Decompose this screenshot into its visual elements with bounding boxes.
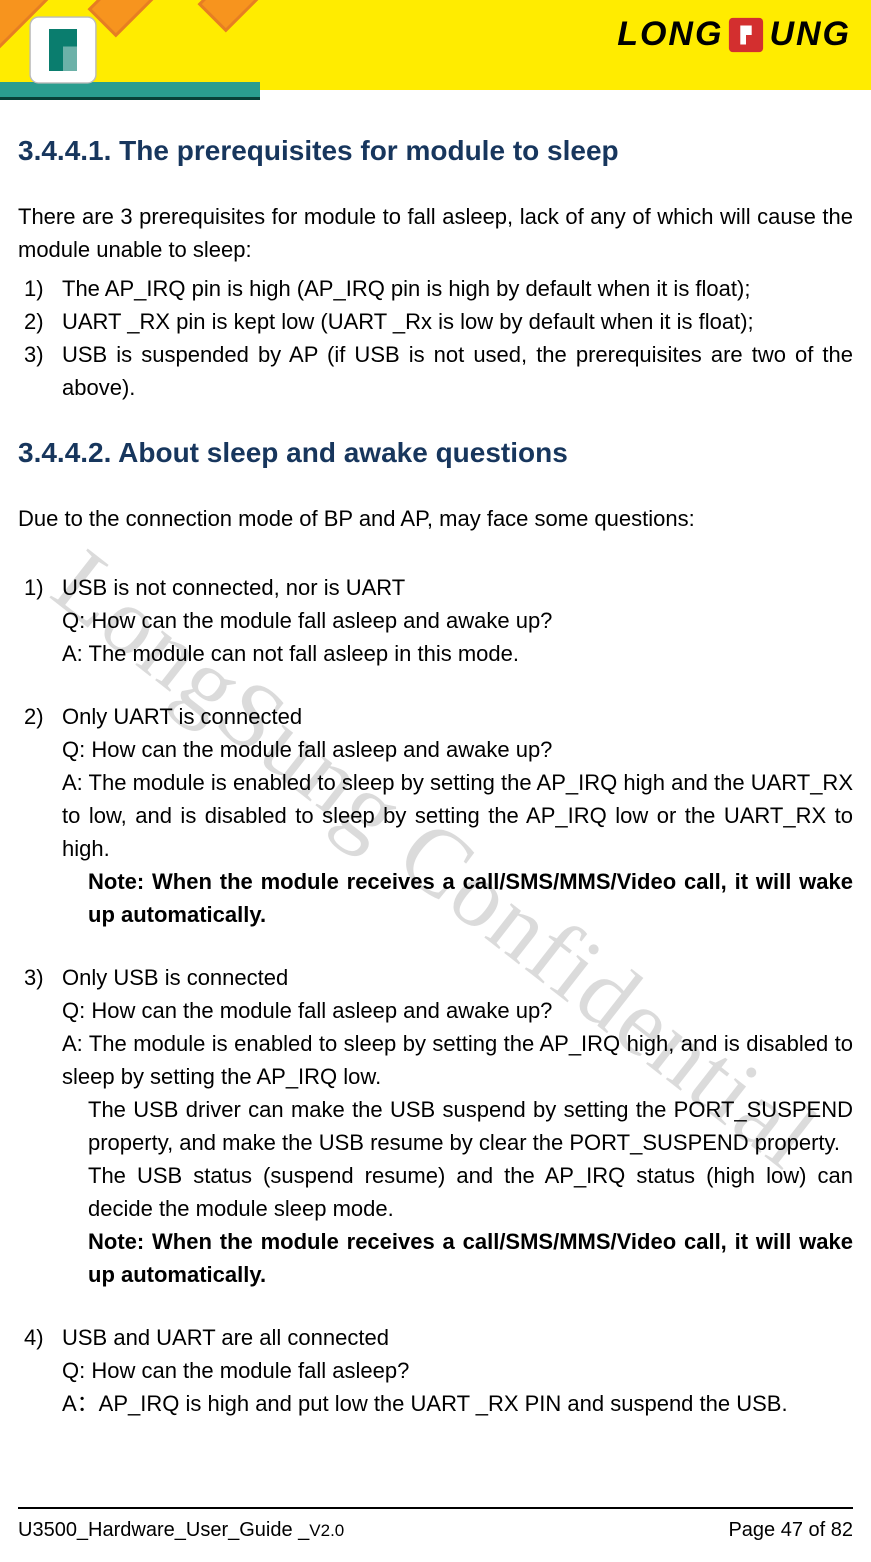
company-wordmark: LONG UNG (617, 15, 851, 54)
brand-text-right: UNG (769, 15, 851, 54)
qa-answer: A: The module can not fall asleep in thi… (18, 637, 853, 670)
list-text: The AP_IRQ pin is high (AP_IRQ pin is hi… (62, 276, 750, 301)
list-item: 2) Only UART is connected (18, 700, 853, 733)
list-item: 3) Only USB is connected (18, 961, 853, 994)
list-text: UART _RX pin is kept low (UART _Rx is lo… (62, 309, 754, 334)
list-text: USB is suspended by AP (if USB is not us… (62, 342, 853, 400)
section-heading-1: 3.4.4.1. The prerequisites for module to… (18, 130, 853, 172)
list-num: 3) (24, 338, 44, 371)
qa-note: Note: When the module receives a call/SM… (18, 1225, 853, 1291)
qa-answer-cont: The USB driver can make the USB suspend … (18, 1093, 853, 1159)
qa-answer: A：AP_IRQ is high and put low the UART _R… (18, 1387, 853, 1420)
list-num: 2) (24, 700, 44, 733)
list-item: 4) USB and UART are all connected (18, 1321, 853, 1354)
section2-intro: Due to the connection mode of BP and AP,… (18, 502, 853, 535)
list-title: Only USB is connected (62, 965, 288, 990)
list-title: Only UART is connected (62, 704, 302, 729)
list-item: 3) USB is suspended by AP (if USB is not … (18, 338, 853, 404)
qa-question: Q: How can the module fall asleep? (18, 1354, 853, 1387)
section-heading-2: 3.4.4.2. About sleep and awake questions (18, 432, 853, 474)
list-num: 3) (24, 961, 44, 994)
qa-question: Q: How can the module fall asleep and aw… (18, 604, 853, 637)
list-item: 1) The AP_IRQ pin is high (AP_IRQ pin is … (18, 272, 853, 305)
section1-intro: There are 3 prerequisites for module to … (18, 200, 853, 266)
list-item: 1) USB is not connected, nor is UART (18, 571, 853, 604)
page-content: 3.4.4.1. The prerequisites for module to… (0, 100, 871, 1420)
footer-doc-id: U3500_Hardware_User_Guide _V2.0 (18, 1519, 344, 1542)
qa-answer-cont: The USB status (suspend resume) and the … (18, 1159, 853, 1225)
footer-page-number: Page 47 of 82 (728, 1519, 853, 1542)
page-footer: U3500_Hardware_User_Guide _V2.0 Page 47 … (18, 1507, 853, 1542)
brand-text-left: LONG (617, 15, 723, 54)
brand-mid-icon (727, 16, 765, 54)
list-num: 2) (24, 305, 44, 338)
page-header: LONG UNG (0, 0, 871, 100)
list-title: USB and UART are all connected (62, 1325, 389, 1350)
list-num: 1) (24, 571, 44, 604)
footer-version: V2.0 (309, 1521, 344, 1540)
list-num: 1) (24, 272, 44, 305)
qa-note: Note: When the module receives a call/SM… (18, 865, 853, 931)
qa-question: Q: How can the module fall asleep and aw… (18, 733, 853, 766)
qa-answer: A: The module is enabled to sleep by set… (18, 766, 853, 865)
footer-doc-name: U3500_Hardware_User_Guide _ (18, 1519, 309, 1541)
list-item: 2) UART _RX pin is kept low (UART _Rx is … (18, 305, 853, 338)
list-num: 4) (24, 1321, 44, 1354)
list-title: USB is not connected, nor is UART (62, 575, 405, 600)
company-logo-icon (28, 15, 98, 85)
qa-answer: A: The module is enabled to sleep by set… (18, 1027, 853, 1093)
qa-question: Q: How can the module fall asleep and aw… (18, 994, 853, 1027)
